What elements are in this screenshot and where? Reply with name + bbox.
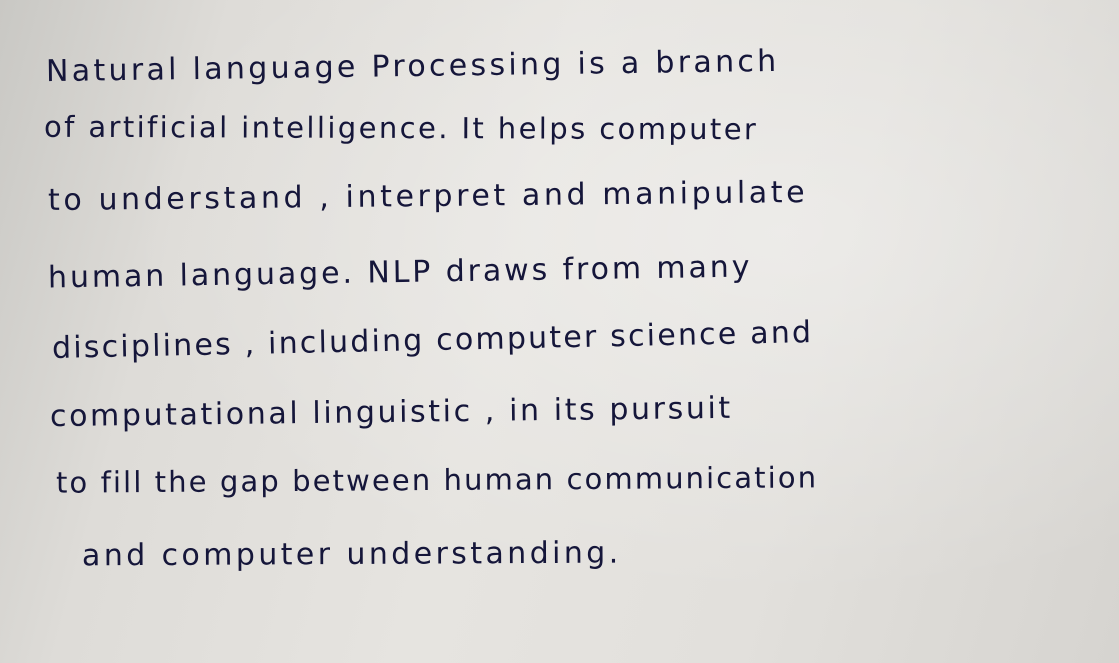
text-line-2: of artificial intelligence. It helps com…: [43, 109, 759, 147]
text-line-7: to fill the gap between human communicat…: [55, 460, 819, 500]
text-line-1: Natural language Processing is a branch: [45, 43, 780, 90]
handwritten-note: Natural language Processing is a branch …: [0, 0, 1119, 663]
text-line-4: human language. NLP draws from many: [47, 249, 753, 296]
text-line-6: computational linguistic , in its pursui…: [49, 390, 733, 435]
text-line-3: to understand , interpret and manipulate: [47, 175, 809, 218]
text-line-8: and computer understanding.: [81, 535, 622, 574]
text-line-5: disciplines , including computer science…: [51, 315, 814, 366]
